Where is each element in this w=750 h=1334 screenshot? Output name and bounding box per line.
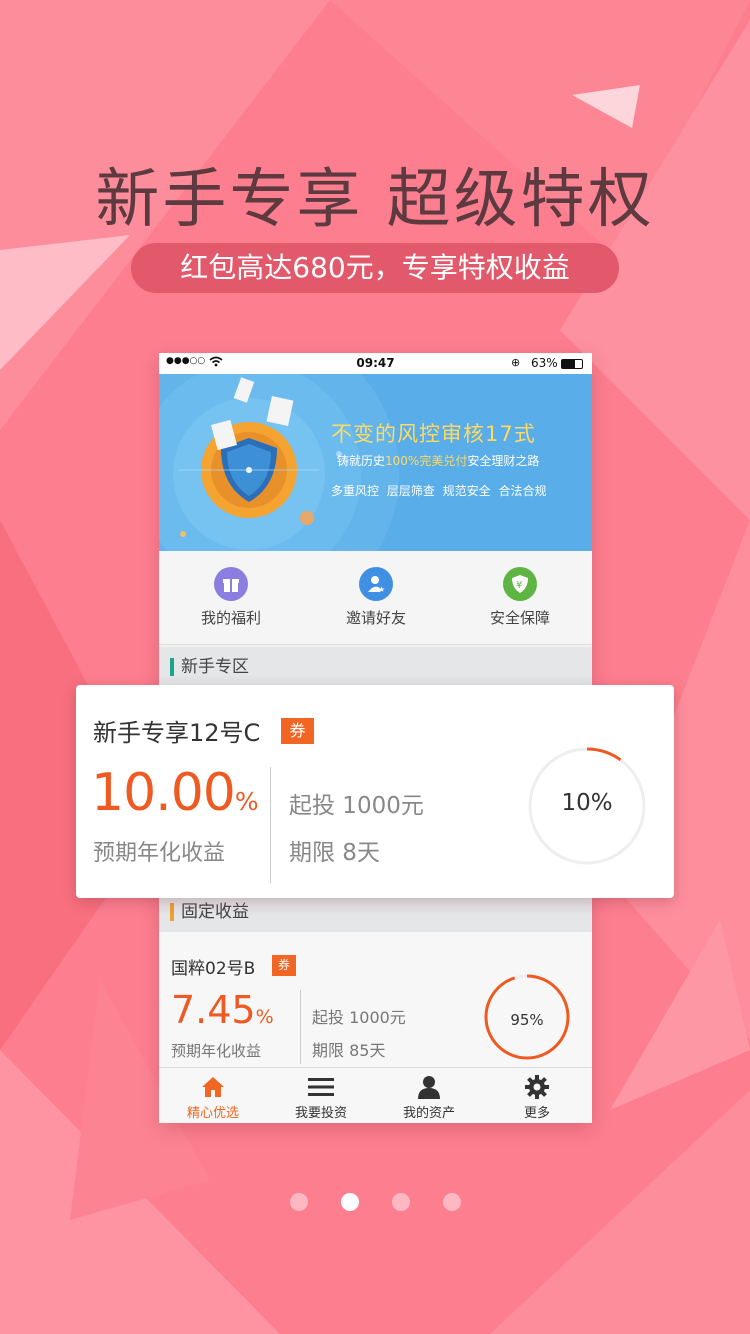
featured-term: 期限 8天 bbox=[289, 840, 380, 866]
tab-more[interactable]: 更多 bbox=[483, 1074, 591, 1121]
section-header-new: 新手专区 bbox=[159, 647, 592, 687]
promo-banner[interactable]: 不变的风控审核17式 铸就历史100%完美兑付安全理财之路 多重风控 层层筛查 … bbox=[159, 374, 592, 551]
featured-rate-unit: % bbox=[234, 787, 259, 816]
battery-percent: 63% bbox=[531, 356, 558, 370]
product-rate: 7.45% bbox=[171, 988, 274, 1032]
banner-sub-highlight: 100%完美兑付 bbox=[385, 454, 468, 468]
section-header-fixed: 固定收益 bbox=[159, 892, 592, 932]
product-term: 期限 85天 bbox=[312, 1041, 386, 1060]
product-rate-value: 7.45 bbox=[171, 988, 256, 1032]
subheadline-pill: 红包高达680元，专享特权收益 bbox=[131, 243, 619, 293]
svg-text:¥: ¥ bbox=[516, 580, 522, 591]
gift-icon bbox=[214, 567, 248, 601]
tab-invest[interactable]: 我要投资 bbox=[267, 1074, 375, 1121]
divider bbox=[300, 990, 301, 1064]
banner-sub-suffix: 安全理财之路 bbox=[467, 454, 540, 468]
quick-label: 我的福利 bbox=[200, 609, 261, 627]
tab-featured[interactable]: 精心优选 bbox=[159, 1074, 267, 1121]
battery-icon bbox=[561, 359, 583, 369]
featured-progress-label: 10% bbox=[561, 790, 613, 816]
banner-title-text: 不变的风控审核 bbox=[331, 422, 485, 446]
banner-title: 不变的风控审核17式 bbox=[331, 418, 536, 448]
featured-rate-label: 预期年化收益 bbox=[93, 841, 226, 866]
divider bbox=[270, 767, 271, 883]
rotation-lock-icon: ⊕ bbox=[511, 356, 521, 369]
tab-label: 更多 bbox=[523, 1106, 550, 1121]
page-dot-3[interactable] bbox=[392, 1193, 410, 1211]
status-bar: ●●●○○ 09:47 ⊕ 63% bbox=[159, 353, 592, 374]
product-card-guocui[interactable]: 国粹02号B 券 7.45% 预期年化收益 起投 1000元 期限 85天 95… bbox=[159, 932, 592, 1067]
quick-label: 安全保障 bbox=[489, 609, 550, 627]
tab-label: 我的资产 bbox=[402, 1106, 455, 1121]
coupon-badge: 券 bbox=[281, 718, 314, 744]
featured-name: 新手专享12号C bbox=[93, 719, 261, 747]
list-icon bbox=[267, 1074, 375, 1100]
featured-min-invest: 起投 1000元 bbox=[289, 793, 424, 819]
product-progress-label: 95% bbox=[510, 1011, 544, 1029]
tab-bar: 精心优选 我要投资 我的资产 更多 bbox=[159, 1067, 592, 1123]
user-icon bbox=[375, 1074, 483, 1100]
gear-icon bbox=[483, 1074, 591, 1100]
invite-user-icon: ★ bbox=[359, 567, 393, 601]
product-min-invest: 起投 1000元 bbox=[312, 1008, 406, 1027]
quick-label: 邀请好友 bbox=[345, 609, 406, 627]
tab-label: 精心优选 bbox=[186, 1106, 239, 1121]
banner-subtitle: 铸就历史100%完美兑付安全理财之路 bbox=[337, 452, 539, 469]
quick-my-welfare[interactable]: 我的福利 bbox=[176, 567, 286, 628]
home-icon bbox=[159, 1074, 267, 1100]
banner-title-highlight: 17式 bbox=[485, 422, 536, 446]
page-dot-4[interactable] bbox=[443, 1193, 461, 1211]
svg-text:★: ★ bbox=[378, 585, 385, 593]
quick-actions: 我的福利 ★ 邀请好友 ¥ 安全保障 bbox=[159, 551, 592, 645]
page-dot-2[interactable] bbox=[341, 1193, 359, 1211]
featured-product-card[interactable]: 新手专享12号C 券 10.00% 预期年化收益 起投 1000元 期限 8天 … bbox=[76, 685, 674, 898]
featured-rate: 10.00% bbox=[91, 763, 259, 823]
product-name: 国粹02号B bbox=[171, 959, 256, 979]
page-indicator bbox=[0, 1193, 750, 1211]
quick-security[interactable]: ¥ 安全保障 bbox=[465, 567, 575, 628]
page-headline: 新手专享 超级特权 bbox=[95, 163, 655, 237]
shield-icon: ¥ bbox=[503, 567, 537, 601]
quick-invite-friends[interactable]: ★ 邀请好友 bbox=[321, 567, 431, 628]
tab-label: 我要投资 bbox=[294, 1106, 347, 1121]
product-rate-unit: % bbox=[255, 1006, 274, 1028]
page-dot-1[interactable] bbox=[290, 1193, 308, 1211]
featured-rate-value: 10.00 bbox=[91, 763, 236, 823]
banner-sub-prefix: 铸就历史 bbox=[337, 454, 386, 468]
status-time: 09:47 bbox=[356, 356, 395, 370]
banner-tags: 多重风控 层层筛查 规范安全 合法合规 bbox=[331, 484, 547, 498]
coupon-badge: 券 bbox=[272, 955, 296, 976]
product-rate-label: 预期年化收益 bbox=[171, 1042, 262, 1060]
tab-assets[interactable]: 我的资产 bbox=[375, 1074, 483, 1121]
